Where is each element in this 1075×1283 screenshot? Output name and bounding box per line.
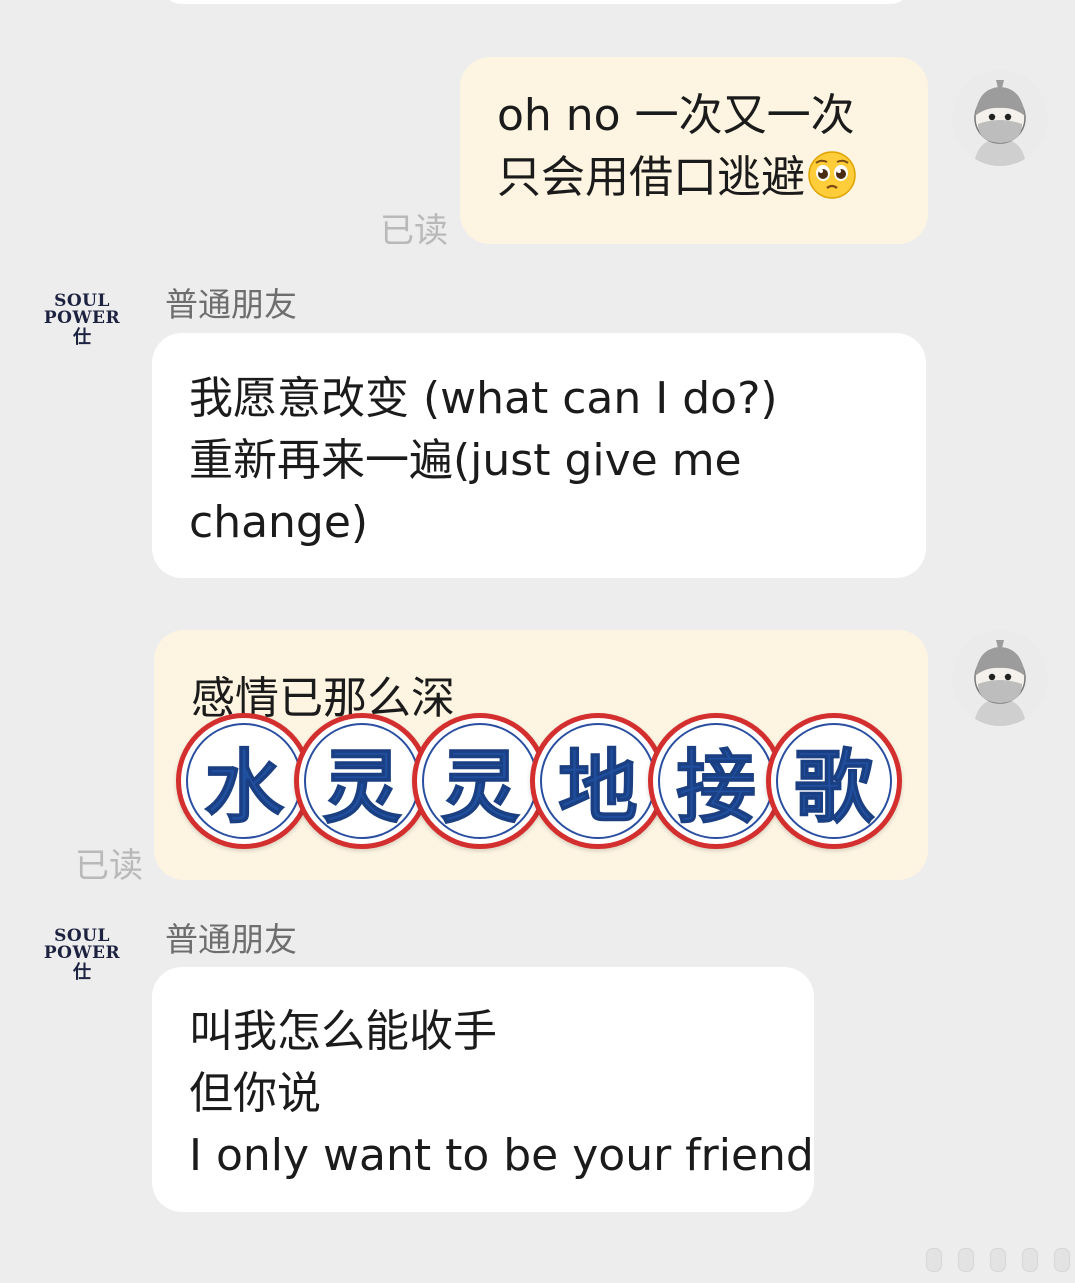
- sticker-overlay: 水 灵 灵 地 接 歌: [176, 713, 902, 855]
- avatar-logo-mark: 仕: [73, 327, 91, 348]
- friend-avatar[interactable]: SOUL POWER 仕: [32, 293, 132, 373]
- ninja-avatar-icon: [952, 70, 1048, 166]
- avatar-logo-text: POWER: [43, 308, 121, 328]
- user-avatar[interactable]: [952, 70, 1048, 166]
- sticker-char: 灵: [322, 740, 403, 835]
- message-bubble-other[interactable]: 叫我怎么能收手 但你说 I only want to be your frien…: [152, 967, 814, 1212]
- message-text: 只会用借口逃避: [497, 147, 928, 209]
- ninja-avatar-icon: [952, 630, 1048, 726]
- chat-window: 已读 oh no 一次又一次 只会用借口逃避 SOUL POWER 仕 普通朋友…: [0, 0, 1075, 1283]
- friend-avatar[interactable]: SOUL POWER 仕: [32, 928, 132, 1008]
- message-bubble-self[interactable]: oh no 一次又一次 只会用借口逃避: [460, 57, 928, 244]
- sticker-seal: 接: [648, 713, 784, 849]
- message-text: I only want to be your friend: [189, 1130, 814, 1181]
- sticker-char: 地: [558, 740, 639, 835]
- sticker-seal: 灵: [412, 713, 548, 849]
- previous-message-bubble[interactable]: [160, 0, 912, 4]
- message-text: 叫我怎么能收手: [189, 1006, 497, 1057]
- sticker-seal: 灵: [294, 713, 430, 849]
- message-text: 重新再来一遍(just give me: [189, 435, 742, 486]
- scroll-indicator[interactable]: [918, 1244, 1075, 1274]
- sticker-seal: 水: [176, 713, 312, 849]
- avatar-logo-text: POWER: [43, 943, 121, 963]
- pleading-face-icon: [808, 151, 856, 199]
- message-text: change): [189, 497, 369, 548]
- message-text: 我愿意改变 (what can I do?): [189, 373, 778, 424]
- message-bubble-other[interactable]: 我愿意改变 (what can I do?) 重新再来一遍(just give …: [152, 333, 926, 578]
- sticker-char: 灵: [440, 740, 521, 835]
- sticker-seal: 地: [530, 713, 666, 849]
- avatar-logo-mark: 仕: [73, 962, 91, 983]
- sender-name: 普通朋友: [165, 920, 297, 959]
- read-status: 已读: [75, 846, 143, 886]
- sticker-char: 水: [204, 740, 285, 835]
- message-text: 但你说: [189, 1068, 321, 1119]
- user-avatar[interactable]: [952, 630, 1048, 726]
- sticker-char: 歌: [794, 740, 875, 835]
- message-text: oh no 一次又一次: [497, 90, 855, 141]
- read-status: 已读: [380, 211, 448, 251]
- sender-name: 普通朋友: [165, 285, 297, 324]
- sticker-seal: 歌: [766, 713, 902, 849]
- sticker-char: 接: [676, 740, 757, 835]
